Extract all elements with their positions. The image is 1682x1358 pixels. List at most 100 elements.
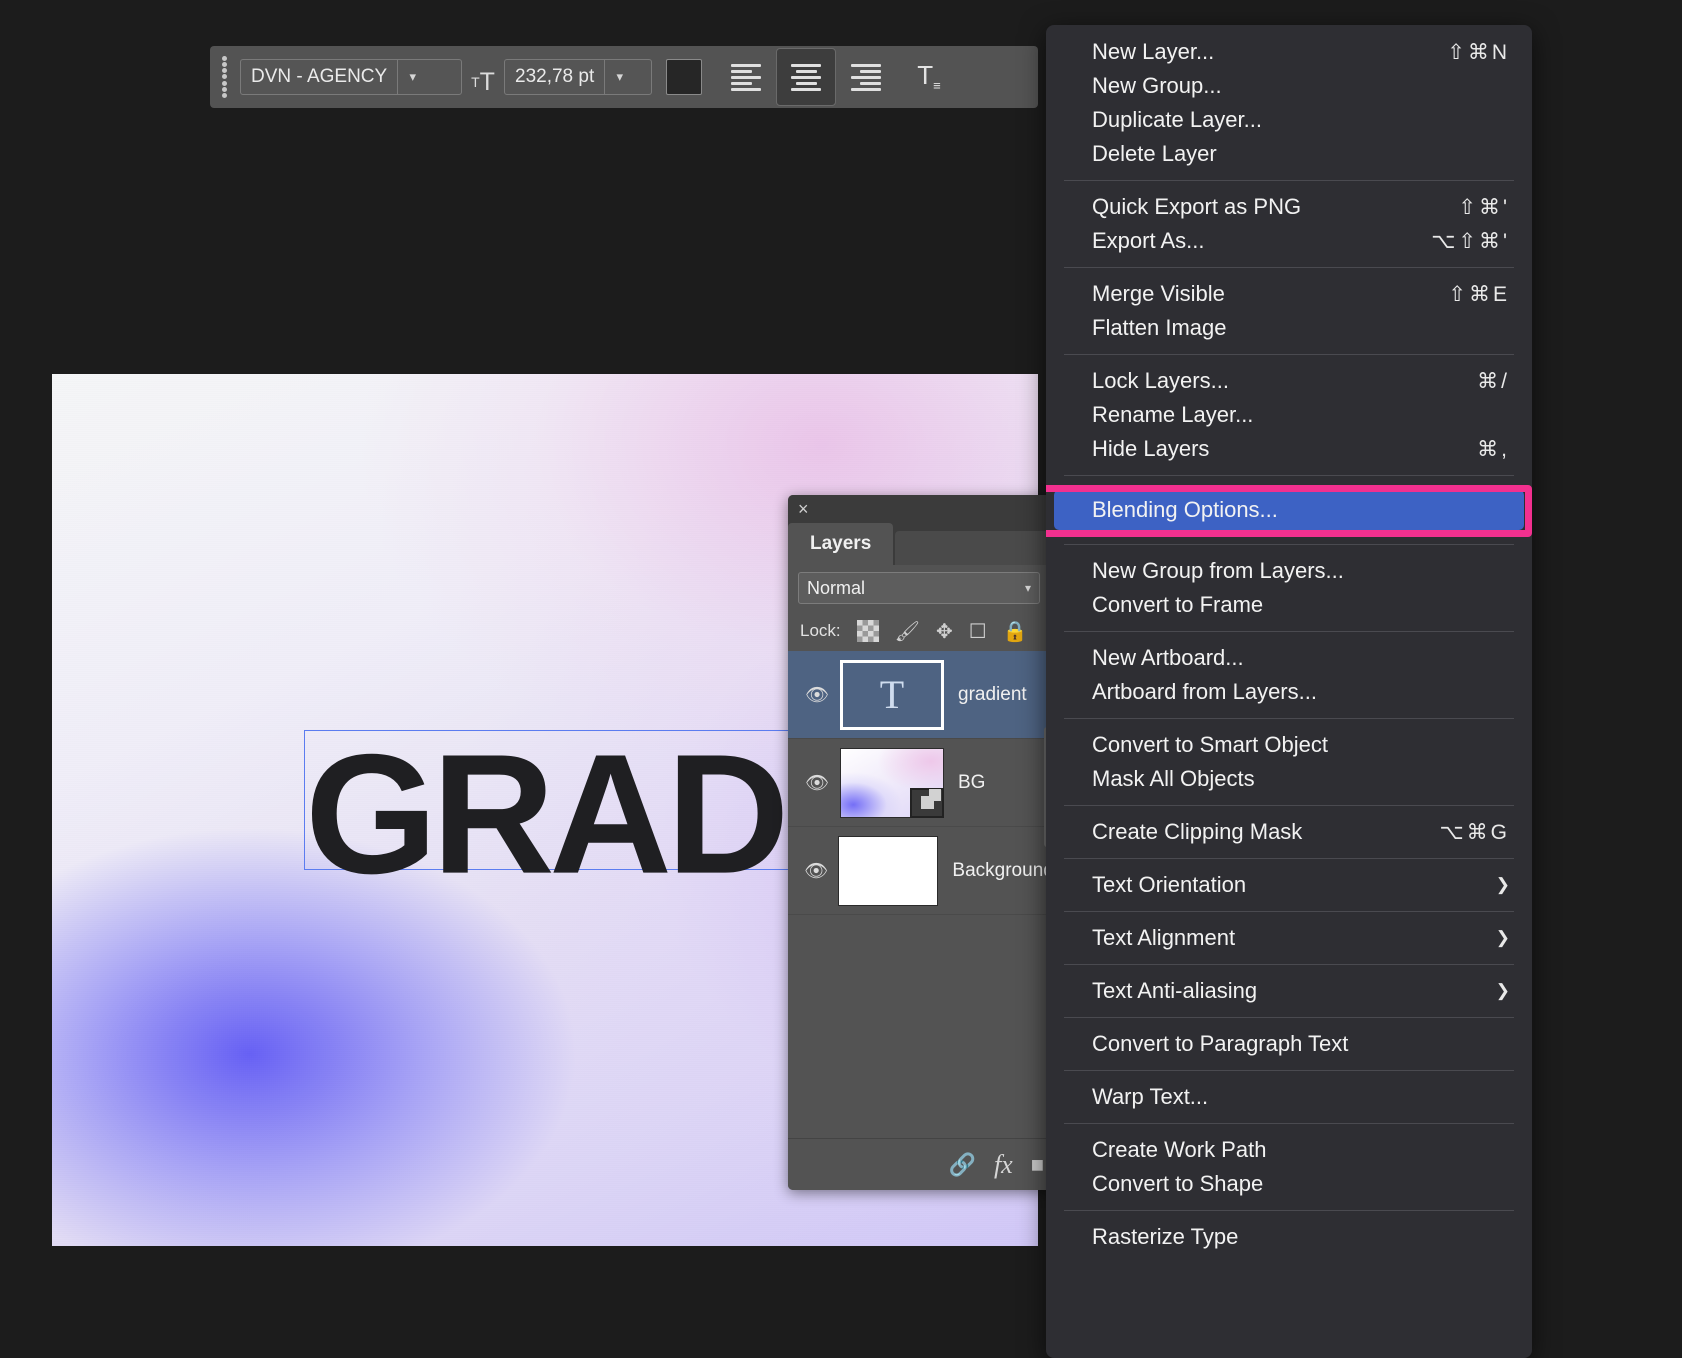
font-family-select[interactable]: DVN - AGENCY ▾ bbox=[240, 59, 462, 95]
lock-label: Lock: bbox=[800, 621, 841, 640]
layer-name[interactable]: gradient bbox=[944, 684, 1027, 706]
menu-item-label: Flatten Image bbox=[1092, 315, 1227, 340]
fx-icon[interactable]: fx bbox=[994, 1150, 1013, 1180]
menu-item-create-clipping-mask[interactable]: Create Clipping Mask ⌥⌘G bbox=[1046, 815, 1532, 849]
layers-panel-titlebar[interactable]: × bbox=[788, 495, 1050, 523]
menu-item-label: Convert to Shape bbox=[1092, 1171, 1264, 1196]
lock-image-pixels-brush-icon[interactable]: 🖌 bbox=[895, 619, 920, 644]
menu-separator bbox=[1064, 1017, 1514, 1018]
layer-visibility-eye-icon[interactable]: 👁 bbox=[794, 771, 840, 795]
menu-item-label: Create Work Path bbox=[1092, 1137, 1267, 1162]
align-center-icon bbox=[791, 63, 821, 91]
smart-object-badge-icon bbox=[910, 787, 944, 818]
menu-item-flatten-image[interactable]: Flatten Image bbox=[1046, 311, 1532, 345]
menu-item-merge-visible[interactable]: Merge Visible ⇧⌘E bbox=[1046, 277, 1532, 311]
menu-item-convert-to-shape[interactable]: Convert to Shape bbox=[1046, 1167, 1532, 1201]
menu-separator bbox=[1064, 544, 1514, 545]
layers-panel: × Layers Normal ▾ Lock: 🖌 ✥ ☐ 🔒 👁 T grad… bbox=[788, 495, 1050, 1190]
menu-item-label: Blending Options... bbox=[1092, 497, 1278, 522]
align-left-icon bbox=[731, 63, 761, 91]
menu-item-shortcut: ⌥⇧⌘' bbox=[1431, 229, 1510, 253]
menu-item-label: Delete Layer bbox=[1092, 141, 1217, 166]
font-size-value: 232,78 pt bbox=[515, 66, 595, 87]
menu-item-new-artboard[interactable]: New Artboard... bbox=[1046, 641, 1532, 675]
menu-item-lock-layers[interactable]: Lock Layers... ⌘/ bbox=[1046, 364, 1532, 398]
lock-all-icon[interactable]: 🔒 bbox=[1003, 619, 1028, 644]
menu-item-text-anti-aliasing[interactable]: Text Anti-aliasing ❯ bbox=[1046, 974, 1532, 1008]
menu-item-hide-layers[interactable]: Hide Layers ⌘, bbox=[1046, 432, 1532, 466]
menu-item-rasterize-type[interactable]: Rasterize Type bbox=[1046, 1220, 1532, 1254]
blend-mode-select[interactable]: Normal ▾ bbox=[798, 572, 1040, 604]
chevron-down-icon[interactable]: ▾ bbox=[397, 60, 427, 94]
close-icon[interactable]: × bbox=[798, 500, 816, 518]
text-color-swatch[interactable] bbox=[666, 59, 702, 95]
menu-item-export-as[interactable]: Export As... ⌥⇧⌘' bbox=[1046, 224, 1532, 258]
menu-separator bbox=[1064, 718, 1514, 719]
layer-thumbnail-text[interactable]: T bbox=[840, 659, 944, 730]
align-center-button[interactable] bbox=[776, 48, 836, 106]
menu-item-label: Text Orientation bbox=[1092, 872, 1247, 897]
layer-name[interactable]: Background bbox=[938, 860, 1050, 882]
layer-visibility-eye-icon[interactable]: 👁 bbox=[794, 683, 840, 707]
menu-item-label: Rename Layer... bbox=[1092, 402, 1254, 427]
menu-item-new-group-from-layers[interactable]: New Group from Layers... bbox=[1046, 554, 1532, 588]
menu-item-convert-to-frame[interactable]: Convert to Frame bbox=[1046, 588, 1532, 622]
menu-separator bbox=[1064, 631, 1514, 632]
options-bar-grabber[interactable] bbox=[216, 53, 232, 101]
menu-item-delete-layer[interactable]: Delete Layer bbox=[1046, 137, 1532, 171]
menu-item-shortcut: ⇧⌘E bbox=[1448, 282, 1510, 306]
layer-visibility-eye-icon[interactable]: 👁 bbox=[794, 859, 838, 883]
menu-item-text-alignment[interactable]: Text Alignment ❯ bbox=[1046, 921, 1532, 955]
menu-item-label: Convert to Paragraph Text bbox=[1092, 1031, 1349, 1056]
menu-item-convert-to-paragraph-text[interactable]: Convert to Paragraph Text bbox=[1046, 1027, 1532, 1061]
chevron-down-icon[interactable]: ▾ bbox=[1025, 581, 1031, 595]
chevron-right-icon: ❯ bbox=[1495, 928, 1510, 947]
layers-panel-footer: 🔗 fx ■ bbox=[788, 1138, 1050, 1190]
menu-item-label: Convert to Smart Object bbox=[1092, 732, 1328, 757]
menu-item-duplicate-layer[interactable]: Duplicate Layer... bbox=[1046, 103, 1532, 137]
menu-item-quick-export-as-png[interactable]: Quick Export as PNG ⇧⌘' bbox=[1046, 190, 1532, 224]
chevron-down-icon[interactable]: ▾ bbox=[604, 60, 634, 94]
link-layers-icon[interactable]: 🔗 bbox=[949, 1152, 976, 1178]
chevron-right-icon: ❯ bbox=[1495, 981, 1510, 1000]
menu-item-label: New Group... bbox=[1092, 73, 1222, 98]
menu-item-artboard-from-layers[interactable]: Artboard from Layers... bbox=[1046, 675, 1532, 709]
layer-row-background[interactable]: 👁 Background bbox=[788, 827, 1050, 915]
menu-item-create-work-path[interactable]: Create Work Path bbox=[1046, 1133, 1532, 1167]
layer-name[interactable]: BG bbox=[944, 772, 985, 794]
layer-context-menu[interactable]: New Layer... ⇧⌘N New Group... Duplicate Lay… bbox=[1046, 25, 1532, 1358]
tab-layers-label: Layers bbox=[810, 533, 872, 554]
menu-separator bbox=[1064, 475, 1514, 476]
menu-item-shortcut: ⇧⌘' bbox=[1458, 195, 1510, 219]
menu-item-blending-options[interactable]: Blending Options... bbox=[1054, 490, 1524, 530]
menu-item-new-layer[interactable]: New Layer... ⇧⌘N bbox=[1046, 35, 1532, 69]
menu-item-convert-to-smart-object[interactable]: Convert to Smart Object bbox=[1046, 728, 1532, 762]
lock-position-move-icon[interactable]: ✥ bbox=[936, 619, 953, 644]
toggle-character-paragraph-panels-icon[interactable]: T≡ bbox=[906, 60, 952, 93]
align-right-button[interactable] bbox=[836, 48, 896, 106]
layers-panel-tabstrip: Layers bbox=[788, 523, 1050, 565]
menu-item-text-orientation[interactable]: Text Orientation ❯ bbox=[1046, 868, 1532, 902]
font-size-icon: TT bbox=[471, 68, 495, 96]
lock-transparent-pixels-icon[interactable] bbox=[856, 620, 879, 642]
layer-thumbnail-white[interactable] bbox=[838, 835, 939, 906]
photoshop-window: DVN - AGENCY ▾ TT 232,78 pt ▾ T≡ GRADI ×… bbox=[0, 0, 1682, 1358]
menu-item-mask-all-objects[interactable]: Mask All Objects bbox=[1046, 762, 1532, 796]
menu-item-shortcut: ⌥⌘G bbox=[1439, 820, 1510, 844]
tab-layers[interactable]: Layers bbox=[788, 523, 894, 565]
lock-artboard-icon[interactable]: ☐ bbox=[969, 619, 987, 644]
layer-thumbnail-gradient[interactable] bbox=[840, 747, 944, 818]
menu-separator bbox=[1064, 964, 1514, 965]
layer-row-bg[interactable]: 👁 BG bbox=[788, 739, 1050, 827]
font-size-select[interactable]: 232,78 pt ▾ bbox=[504, 59, 652, 95]
menu-item-label: Export As... bbox=[1092, 228, 1205, 253]
menu-item-new-group[interactable]: New Group... bbox=[1046, 69, 1532, 103]
menu-item-label: New Group from Layers... bbox=[1092, 558, 1344, 583]
menu-item-rename-layer[interactable]: Rename Layer... bbox=[1046, 398, 1532, 432]
layer-row-gradient[interactable]: 👁 T gradient bbox=[788, 651, 1050, 739]
menu-item-warp-text[interactable]: Warp Text... bbox=[1046, 1080, 1532, 1114]
align-left-button[interactable] bbox=[716, 48, 776, 106]
text-alignment-group bbox=[716, 48, 896, 106]
add-layer-mask-icon[interactable]: ■ bbox=[1031, 1152, 1044, 1178]
lock-row: Lock: 🖌 ✥ ☐ 🔒 bbox=[788, 611, 1050, 651]
